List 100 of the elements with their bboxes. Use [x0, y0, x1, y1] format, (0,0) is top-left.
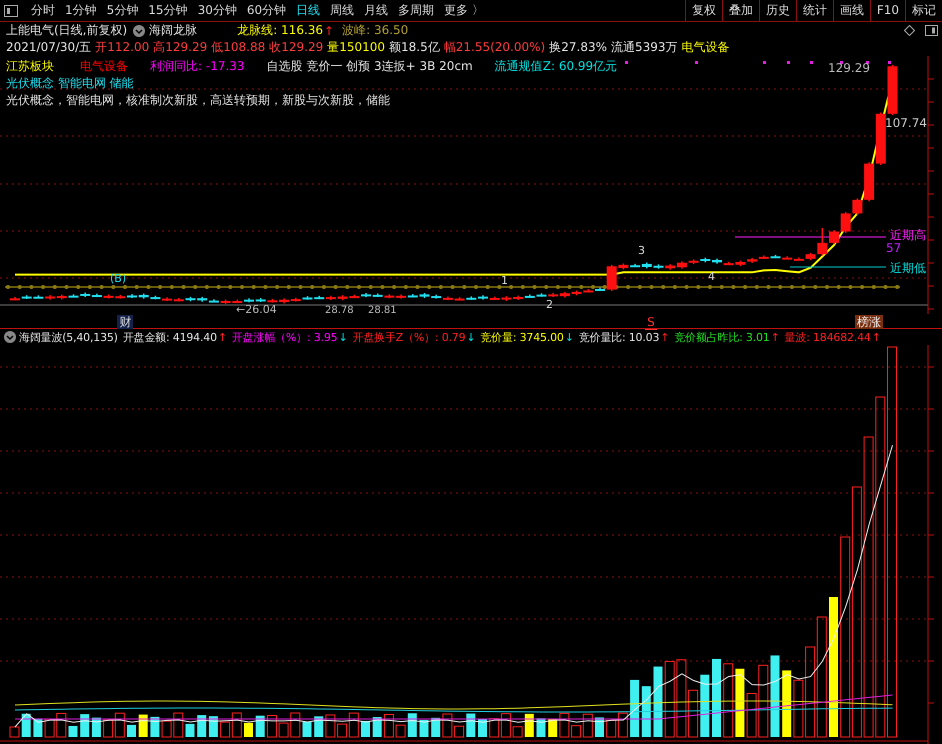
quote-value: 开112.00	[95, 39, 150, 56]
period-tab[interactable]: 分时	[26, 2, 60, 19]
pattern-number: 4	[708, 270, 715, 283]
volume-bar	[138, 714, 148, 737]
indicator-value: 龙脉线: 116.36	[237, 22, 324, 39]
volume-bar	[114, 712, 125, 738]
ranking-marker[interactable]: 榜涨	[855, 315, 884, 329]
indicator-name: 海阔龙脉	[149, 22, 198, 39]
indicator-value: 开盘金额: 4194.40	[122, 330, 217, 345]
toolbar-button[interactable]: 统计	[796, 0, 833, 21]
quote-date: 2021/07/30/五	[6, 39, 92, 56]
dropdown-icon[interactable]	[4, 331, 16, 344]
volume-bar	[735, 668, 744, 737]
quote-value: 换27.83%	[549, 39, 607, 56]
quote-value: 额18.5亿	[389, 39, 440, 56]
volume-bar	[396, 724, 406, 738]
candlestick	[770, 254, 780, 258]
indicator-value: 竞价量比: 10.03	[578, 330, 660, 345]
candlestick	[536, 293, 546, 297]
volume-bar	[524, 714, 534, 737]
candlestick	[712, 258, 722, 264]
trend-arrow: ↑	[660, 330, 670, 344]
period-tab[interactable]: 日线	[291, 2, 326, 19]
indicator-value: 波峰: 36.50	[342, 22, 408, 39]
pattern-number: 2	[546, 298, 553, 311]
volume-bar	[314, 716, 324, 737]
volume-bar	[548, 720, 558, 737]
volume-bar	[92, 718, 101, 737]
stock-title: 上能电气(日线,前复权)	[6, 22, 128, 39]
recent-high-value: 57	[886, 241, 902, 255]
indicator-value: 开盘换手Z（%）: 0.79	[352, 330, 466, 345]
volume-bar	[325, 714, 336, 738]
quote-value: 低108.88	[211, 39, 266, 56]
toolbar-button[interactable]: 叠加	[722, 0, 759, 21]
candlestick	[244, 298, 254, 302]
indicator-value: 量波: 184682.44	[784, 330, 871, 345]
volume-bar	[256, 716, 265, 737]
volume-bar	[454, 726, 464, 738]
stock-tag: 利润同比: -17.33	[150, 58, 245, 75]
candlestick	[654, 264, 664, 269]
dropdown-icon[interactable]	[133, 24, 146, 36]
quote-value: 高129.29	[153, 39, 208, 56]
volume-bar	[44, 718, 55, 738]
trend-arrow: ↑	[872, 330, 881, 344]
volume-bar	[68, 726, 78, 737]
volume-bar	[782, 670, 792, 737]
volume-bar	[103, 720, 114, 738]
pattern-number: 1	[501, 274, 508, 287]
finance-marker[interactable]: 财	[117, 315, 134, 329]
stock-tag: 江苏板块	[6, 58, 54, 75]
volume-bar	[56, 712, 66, 738]
period-tab[interactable]: 5分钟	[102, 2, 144, 19]
indicator-value: 竞价量: 3745.00	[480, 330, 564, 345]
stock-tag: 电气设备	[80, 58, 128, 75]
toolbar-button[interactable]: 标记	[905, 0, 942, 21]
trend-arrow: ↑	[324, 24, 334, 38]
low-price-label: 28.81	[368, 305, 397, 314]
low-price-label: 28.78	[325, 305, 354, 314]
candlestick	[595, 288, 605, 291]
concept-description: 光伏概念，智能电网，核准制次新股，高送转预期，新股与次新股，储能	[6, 92, 390, 109]
toolbar-button[interactable]: 复权	[684, 0, 722, 21]
volume-bar	[618, 712, 628, 738]
candlestick	[840, 212, 851, 233]
volume-bar	[408, 713, 417, 737]
period-tab[interactable]: 周线	[325, 2, 360, 19]
period-tab[interactable]: 30分钟	[192, 2, 242, 19]
volume-bar	[372, 717, 382, 737]
candlestick	[829, 230, 839, 244]
period-tab[interactable]: 更多 〉	[439, 2, 489, 19]
quote-value: 量150100	[327, 39, 386, 56]
volume-bar	[512, 726, 523, 738]
period-tab[interactable]: 多周期	[393, 2, 440, 19]
toolbar-button[interactable]: F10	[870, 0, 905, 21]
panel-toggle-icon[interactable]	[4, 4, 18, 16]
panel-icon[interactable]	[925, 25, 938, 36]
candlestick	[186, 296, 196, 302]
toolbar-button[interactable]: 画线	[832, 0, 870, 21]
volume-bar	[420, 720, 428, 737]
trend-arrow: ↑	[770, 330, 780, 344]
volume-bar	[595, 717, 604, 737]
volume-bar	[559, 712, 570, 738]
period-tab[interactable]: 1分钟	[60, 2, 102, 19]
period-tab[interactable]: 15分钟	[143, 2, 193, 19]
period-tab[interactable]: 月线	[359, 2, 394, 19]
volume-bar	[606, 720, 616, 738]
volume-bar	[642, 686, 651, 737]
period-tab[interactable]: 60分钟	[242, 2, 292, 19]
recent-high-label: 近期高	[890, 228, 926, 242]
low-price-label: ←26.04	[236, 303, 277, 314]
candlestick	[361, 293, 371, 298]
volume-bar	[431, 718, 440, 737]
stock-tag: 流通规值Z: 60.99亿元	[494, 58, 618, 75]
previous-price-label: 107.74	[885, 116, 927, 130]
volume-bar	[654, 666, 662, 737]
candlestick	[68, 294, 78, 298]
diamond-icon[interactable]	[904, 25, 915, 36]
volume-bar	[197, 715, 206, 737]
volume-bar	[186, 724, 194, 737]
volume-bar	[688, 690, 698, 738]
toolbar-button[interactable]: 历史	[758, 0, 796, 21]
